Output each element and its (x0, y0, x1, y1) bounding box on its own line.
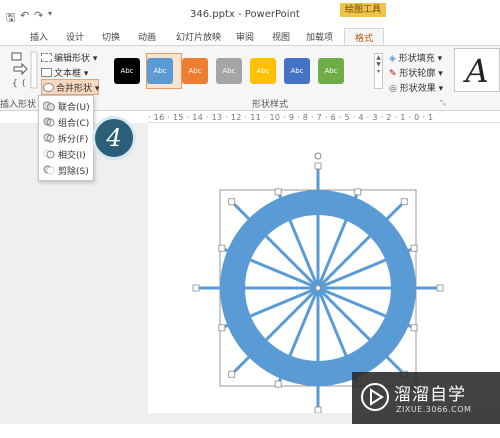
selection-handle (228, 198, 236, 206)
shape-style-4[interactable]: Abc (216, 58, 242, 84)
tab-review[interactable]: 审阅 (236, 30, 254, 43)
horizontal-ruler: · 16 · 15 · 14 · 13 · 12 · 11 · 10 · 9 ·… (148, 112, 500, 123)
document-title: 346.pptx - PowerPoint (190, 9, 300, 20)
svg-text:(: ( (22, 79, 26, 89)
shape-outline-label: 形状轮廓 (399, 69, 436, 79)
shape-fill-label: 形状填充 (398, 54, 435, 64)
selection-handle (354, 188, 362, 196)
insert-shapes-group-label: 插入形状 (0, 100, 37, 110)
menu-item-union-label: 联合(U) (58, 103, 90, 113)
selection-handle (218, 324, 226, 332)
menu-item-intersect[interactable]: 相交(I) (43, 148, 86, 161)
selection-handle (228, 370, 236, 378)
selection-handle (314, 162, 322, 170)
save-icon[interactable]: 🖫 (6, 9, 15, 28)
text-box-icon (41, 68, 52, 77)
fragment-icon (43, 133, 55, 143)
dialog-launcher-icon[interactable]: ⤡ (440, 99, 446, 108)
shape-style-2[interactable]: Abc (147, 58, 173, 84)
selection-handle (218, 244, 226, 252)
shape-gallery-icon[interactable]: { ( (2, 50, 38, 90)
union-icon (43, 101, 55, 111)
subtract-icon (43, 165, 55, 175)
menu-item-subtract[interactable]: 剪除(S) (43, 164, 89, 177)
pen-icon: ✎ (389, 69, 397, 79)
play-logo-icon (361, 383, 389, 411)
selection-handle (274, 188, 282, 196)
selection-handle (410, 244, 418, 252)
text-box-label: 文本框 (54, 69, 82, 79)
watermark-url: ZIXUE.3066.COM (396, 405, 472, 414)
tab-insert[interactable]: 插入 (30, 30, 48, 43)
shape-style-5[interactable]: Abc (250, 58, 276, 84)
undo-icon[interactable]: ↶ (20, 9, 29, 22)
menu-item-union[interactable]: 联合(U) (43, 100, 90, 113)
selection-handle (314, 406, 322, 414)
tab-view[interactable]: 视图 (272, 30, 290, 43)
menu-item-fragment[interactable]: 拆分(F) (43, 132, 88, 145)
shape-effects-button[interactable]: ◎ 形状效果 ▾ (389, 81, 443, 94)
center-handle (315, 285, 321, 291)
rotation-handle (314, 152, 322, 160)
wheel-shape[interactable] (148, 123, 500, 414)
tab-design[interactable]: 设计 (66, 30, 84, 43)
title-bar: 🖫 ↶ ↷ ▾ 346.pptx - PowerPoint 绘图工具 (0, 0, 500, 28)
edit-shape-icon (41, 53, 52, 62)
drawing-tools-label: 绘图工具 (340, 3, 386, 17)
paint-bucket-icon: ◈ (389, 54, 396, 64)
slide-canvas[interactable] (148, 123, 500, 414)
selection-handle (274, 380, 282, 388)
watermark: 溜溜自学 ZIXUE.3066.COM (352, 372, 500, 424)
tab-addins[interactable]: 加载项 (306, 30, 333, 43)
tab-animations[interactable]: 动画 (138, 30, 156, 43)
watermark-title: 溜溜自学 (394, 385, 466, 405)
combine-icon (43, 117, 55, 127)
shape-styles-group-label: 形状样式 (252, 100, 289, 110)
redo-icon[interactable]: ↷ (34, 9, 43, 22)
merge-shapes-label: 合并形状 (56, 84, 93, 94)
menu-item-combine-label: 组合(C) (58, 119, 90, 129)
style-gallery-scroll[interactable]: ▲ ▼ ▾ (374, 53, 383, 89)
merge-shapes-content: 合并形状 ▾ (43, 81, 99, 94)
edit-shape-label: 编辑形状 (54, 54, 91, 64)
shape-effects-label: 形状效果 (399, 84, 436, 94)
text-box-button[interactable]: 文本框 ▾ (41, 66, 88, 79)
customize-quick-access-icon[interactable]: ▾ (48, 9, 52, 18)
menu-item-combine[interactable]: 组合(C) (43, 116, 89, 129)
tab-format[interactable]: 格式 (344, 28, 385, 45)
shape-outline-button[interactable]: ✎ 形状轮廓 ▾ (389, 66, 443, 79)
wordart-style-preview[interactable]: A (454, 48, 500, 92)
svg-text:{: { (12, 79, 18, 89)
tab-transitions[interactable]: 切换 (102, 30, 120, 43)
menu-item-intersect-label: 相交(I) (58, 151, 86, 161)
effects-icon: ◎ (389, 84, 397, 94)
shape-style-7[interactable]: Abc (318, 58, 344, 84)
selection-handle (410, 324, 418, 332)
menu-item-subtract-label: 剪除(S) (58, 167, 89, 177)
bottom-strip (0, 424, 500, 438)
merge-shapes-icon (43, 83, 54, 92)
selection-handle (400, 198, 408, 206)
shape-fill-button[interactable]: ◈ 形状填充 ▾ (389, 51, 442, 64)
menu-item-fragment-label: 拆分(F) (58, 135, 89, 145)
step-number-badge: 4 (92, 116, 136, 160)
ribbon-tabs: 插入 设计 切换 动画 幻灯片放映 审阅 视图 加载项 格式 (0, 28, 500, 45)
shape-style-1[interactable]: Abc (114, 58, 140, 84)
merge-shapes-menu: 联合(U) 组合(C) 拆分(F) 相交(I) 剪除(S) (38, 95, 94, 181)
shape-style-6[interactable]: Abc (284, 58, 310, 84)
edit-shape-button[interactable]: 编辑形状 ▾ (41, 51, 97, 64)
intersect-icon (43, 149, 55, 159)
shape-style-3[interactable]: Abc (182, 58, 208, 84)
tab-slideshow[interactable]: 幻灯片放映 (176, 30, 221, 43)
selection-handle (192, 284, 200, 292)
selection-handle (436, 284, 444, 292)
